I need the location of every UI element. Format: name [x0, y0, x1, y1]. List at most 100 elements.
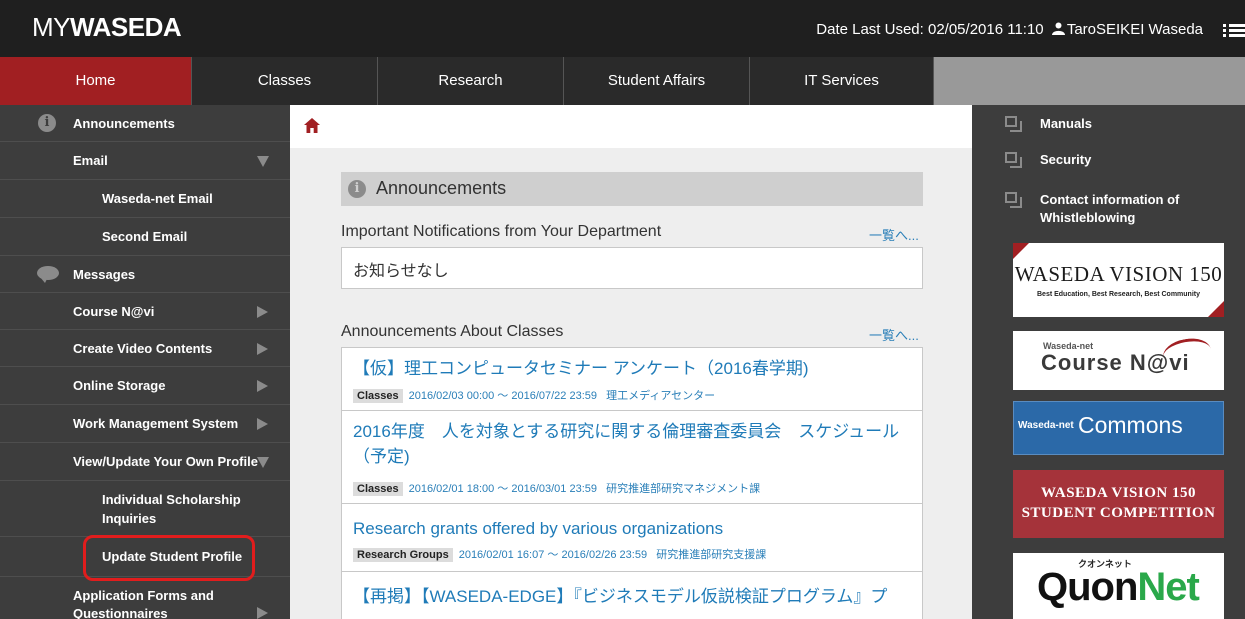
chevron-down-icon: [257, 156, 269, 167]
category-badge: Classes: [353, 389, 403, 403]
sidebar-item-course-navi[interactable]: Course N@vi: [0, 293, 290, 330]
date-last-used: Date Last Used: 02/05/2016 11:10: [816, 21, 1044, 38]
sidebar-item-label: Course N@vi: [73, 304, 155, 319]
sidebar-item-messages[interactable]: Messages: [0, 256, 290, 293]
sidebar-item-online-storage[interactable]: Online Storage: [0, 367, 290, 405]
main-content: Announcements Important Notifications fr…: [290, 105, 972, 619]
announcement-period: 2016/02/03 00:00 ～ 2016/07/22 23:59: [408, 390, 597, 402]
sidebar-item-label: Waseda-net Email: [102, 191, 213, 206]
logo-my: MY: [32, 12, 71, 42]
manuals-link[interactable]: Manuals: [972, 114, 1245, 142]
competition-line1: WASEDA VISION 150: [1041, 485, 1196, 501]
sidebar-item-view-update-profile[interactable]: View/Update Your Own Profile: [0, 443, 290, 481]
main-nav: Home Classes Research Student Affairs IT…: [0, 57, 1245, 105]
important-notifications-box: お知らせなし: [341, 247, 923, 289]
chevron-right-icon: [257, 380, 268, 392]
announcement-period: 2016/02/01 18:00 ～ 2016/03/01 23:59: [408, 483, 597, 495]
home-icon[interactable]: [304, 118, 320, 133]
security-link[interactable]: Security: [972, 150, 1245, 178]
sidebar-item-label: View/Update Your Own Profile: [73, 454, 258, 469]
document-icon: [1005, 152, 1023, 168]
chevron-right-icon: [257, 607, 268, 619]
sidebar-item-individual-scholarship[interactable]: Individual Scholarship Inquiries: [0, 481, 290, 537]
whistleblowing-link[interactable]: Contact information of Whistleblowing: [972, 190, 1245, 230]
announcements-title: Announcements: [376, 178, 507, 198]
quonnet-logo-text: QuonNet: [1037, 565, 1200, 610]
student-competition-banner[interactable]: WASEDA VISION 150 STUDENT COMPETITION: [1013, 470, 1224, 538]
announcement-title-link[interactable]: 2016年度 人を対象とする研究に関する倫理審査委員会 スケジュール（予定): [353, 419, 913, 469]
announcement-meta: Classes 2016/02/01 18:00 ～ 2016/03/01 23:…: [353, 480, 760, 496]
tab-student-affairs[interactable]: Student Affairs: [564, 57, 750, 105]
sidebar-item-label: Application Forms and Questionnaires: [73, 588, 214, 619]
tab-home[interactable]: Home: [0, 57, 192, 105]
classes-announcement-list: 【仮】理工コンピュータセミナー アンケート（2016春学期) Classes 20…: [341, 347, 923, 619]
category-badge: Classes: [353, 482, 403, 496]
sidebar-item-label: Messages: [73, 267, 136, 282]
mywaseda-logo[interactable]: MYWASEDA: [32, 12, 182, 43]
document-icon: [1005, 192, 1023, 208]
announcement-department: 研究推進部研究支援課: [656, 549, 767, 561]
sidebar-item-second-email[interactable]: Second Email: [0, 218, 290, 256]
classes-announcements-title: Announcements About Classes: [341, 323, 564, 340]
sidebar-item-waseda-net-email[interactable]: Waseda-net Email: [0, 180, 290, 218]
info-icon: [38, 114, 56, 132]
tab-it-services[interactable]: IT Services: [750, 57, 934, 105]
sidebar-item-label: Work Management System: [73, 416, 239, 431]
user-name[interactable]: TaroSEIKEI Waseda: [1067, 21, 1203, 38]
chevron-right-icon: [257, 343, 268, 355]
announcement-meta: Research Groups 2016/02/01 16:07 ～ 2016/0…: [353, 546, 766, 562]
corner-decoration: [1013, 243, 1029, 259]
quonnet-banner[interactable]: クオンネット QuonNet: [1013, 553, 1224, 619]
list-item[interactable]: 【仮】理工コンピュータセミナー アンケート（2016春学期) Classes 20…: [342, 348, 922, 411]
classes-more-link[interactable]: 一覧へ...: [869, 325, 919, 344]
left-sidebar: Announcements Email Waseda-net Email Sec…: [0, 105, 290, 619]
announcement-meta: Classes 2016/02/03 00:00 ～ 2016/07/22 23:…: [353, 387, 715, 403]
sidebar-item-create-video-contents[interactable]: Create Video Contents: [0, 330, 290, 367]
list-item[interactable]: Research grants offered by various organ…: [342, 504, 922, 572]
menu-icon[interactable]: [1223, 24, 1245, 38]
chevron-right-icon: [257, 418, 268, 430]
sidebar-item-work-management-system[interactable]: Work Management System: [0, 405, 290, 443]
tab-research[interactable]: Research: [378, 57, 564, 105]
whistleblowing-label: Contact information of Whistleblowing: [1040, 192, 1180, 225]
logo-waseda: WASEDA: [70, 12, 182, 42]
document-icon: [1005, 116, 1023, 132]
announcements-header: Announcements: [341, 172, 923, 206]
vision-subtitle: Best Education, Best Research, Best Comm…: [1037, 291, 1200, 298]
list-item[interactable]: 【再掲】【WASEDA-EDGE】『ビジネスモデル仮説検証プログラム』プ: [342, 572, 922, 619]
no-notices-text: お知らせなし: [353, 263, 449, 280]
waseda-vision-150-banner[interactable]: WASEDA VISION 150 Best Education, Best R…: [1013, 243, 1224, 317]
info-icon: [348, 180, 366, 198]
course-navi-banner[interactable]: Waseda-net Course N@vi: [1013, 331, 1224, 390]
vision-title: WASEDA VISION 150: [1014, 262, 1223, 286]
user-info: Date Last Used: 02/05/2016 11:10 TaroSEI…: [816, 21, 1203, 39]
highlight-annotation: [83, 535, 255, 581]
announcement-title-link[interactable]: 【再掲】【WASEDA-EDGE】『ビジネスモデル仮説検証プログラム』プ: [353, 584, 887, 609]
sidebar-item-label: Create Video Contents: [73, 341, 213, 356]
commons-banner[interactable]: Waseda-net Commons: [1013, 401, 1224, 455]
commons-small: Waseda-net: [1018, 420, 1074, 431]
important-more-link[interactable]: 一覧へ...: [869, 225, 919, 244]
announcement-title-link[interactable]: 【仮】理工コンピュータセミナー アンケート（2016春学期): [353, 356, 809, 381]
announcement-title-link[interactable]: Research grants offered by various organ…: [353, 516, 723, 541]
announcement-department: 理工メディアセンター: [606, 390, 716, 402]
announcement-department: 研究推進部研究マネジメント課: [606, 483, 761, 495]
right-sidebar: Manuals Security Contact information of …: [972, 105, 1245, 619]
sidebar-item-label: Second Email: [102, 229, 188, 244]
user-icon: [1051, 22, 1065, 39]
sidebar-item-application-forms[interactable]: Application Forms and Questionnaires: [0, 577, 290, 619]
competition-line2: STUDENT COMPETITION: [1021, 505, 1216, 521]
sidebar-item-email[interactable]: Email: [0, 142, 290, 180]
sidebar-item-label: Online Storage: [73, 378, 166, 393]
important-notifications-title: Important Notifications from Your Depart…: [341, 223, 662, 240]
sidebar-item-announcements[interactable]: Announcements: [0, 105, 290, 142]
corner-decoration: [1208, 301, 1224, 317]
sidebar-item-label: Email: [73, 153, 108, 168]
quonnet-q: Quon: [1037, 565, 1138, 609]
list-item[interactable]: 2016年度 人を対象とする研究に関する倫理審査委員会 スケジュール（予定) C…: [342, 411, 922, 504]
chevron-right-icon: [257, 306, 268, 318]
security-label: Security: [1040, 152, 1092, 167]
announcement-period: 2016/02/01 16:07 ～ 2016/02/26 23:59: [458, 549, 648, 561]
breadcrumb: [290, 105, 972, 148]
tab-classes[interactable]: Classes: [192, 57, 378, 105]
